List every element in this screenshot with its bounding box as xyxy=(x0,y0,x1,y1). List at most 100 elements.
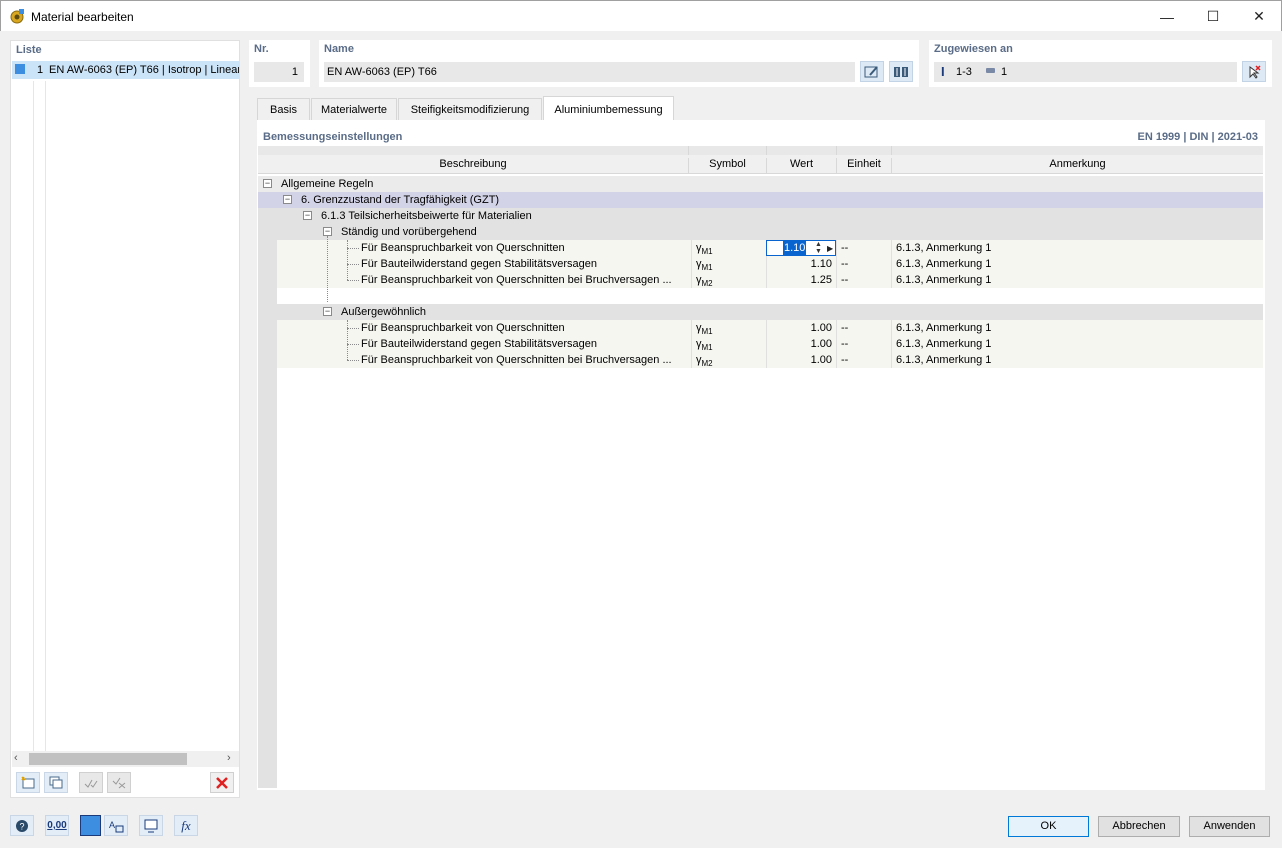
ok-button[interactable]: OK xyxy=(1008,816,1089,837)
header-divider xyxy=(891,146,892,155)
header-divider xyxy=(766,146,767,155)
table-header: Beschreibung Symbol Wert Einheit Anmerku… xyxy=(258,146,1263,174)
table-row[interactable]: Für Beanspruchbarkeit von Querschnitten … xyxy=(277,240,1263,256)
row-value[interactable]: 1.00 xyxy=(766,352,836,368)
assigned-members: 1-3 xyxy=(956,66,972,78)
window-title: Material bearbeiten xyxy=(31,10,134,24)
row-value[interactable]: 1.25 xyxy=(766,272,836,288)
color-button[interactable] xyxy=(80,815,101,836)
symbol-subscript: M1 xyxy=(701,263,713,272)
select-assignment-button[interactable] xyxy=(1242,61,1266,82)
row-note: 6.1.3, Anmerkung 1 xyxy=(891,336,1261,352)
tab-aluminiumbemessung[interactable]: Aluminiumbemessung xyxy=(543,96,674,120)
row-note: 6.1.3, Anmerkung 1 xyxy=(891,256,1261,272)
horizontal-scrollbar[interactable]: ‹ › xyxy=(12,751,239,767)
header-divider xyxy=(688,146,689,155)
display-settings-button[interactable]: A xyxy=(104,815,128,836)
nr-field[interactable]: 1 xyxy=(254,62,304,82)
row-value[interactable]: 1.10 xyxy=(783,241,807,255)
list-panel: Liste 1 EN AW-6063 (EP) T66 | Isotrop | … xyxy=(10,40,240,798)
scroll-left-icon[interactable]: ‹ xyxy=(14,752,18,764)
table-row[interactable]: Für Beanspruchbarkeit von Querschnitten … xyxy=(277,320,1263,336)
name-value: EN AW-6063 (EP) T66 xyxy=(327,66,437,78)
maximize-button[interactable]: ☐ xyxy=(1190,1,1236,32)
delete-button[interactable] xyxy=(210,772,234,793)
copy-material-button[interactable] xyxy=(44,772,68,793)
header-divider xyxy=(836,146,837,155)
expand-arrow-icon[interactable]: ▶ xyxy=(827,241,833,255)
row-value[interactable]: 1.00 xyxy=(766,336,836,352)
header-unit: Einheit xyxy=(836,158,891,174)
formula-icon: fx xyxy=(181,817,191,833)
collapse-icon[interactable]: − xyxy=(263,179,272,188)
app-icon xyxy=(10,8,25,24)
table-row[interactable]: Für Bauteilwiderstand gegen Stabilitätsv… xyxy=(277,256,1263,272)
scrollbar-thumb[interactable] xyxy=(29,753,187,765)
symbol-subscript: M1 xyxy=(701,343,713,352)
row-value-editor[interactable]: 1.10 ▲ ▼ ▶ xyxy=(766,240,836,256)
assigned-sets: 1 xyxy=(1001,66,1008,78)
group-row-persistent[interactable]: − Ständig und vorübergehend xyxy=(297,224,1263,240)
group-label: 6.1.3 Teilsicherheitsbeiwerte für Materi… xyxy=(321,210,532,222)
row-symbol: γM2 xyxy=(691,272,766,288)
check-all-button[interactable] xyxy=(79,772,103,793)
formula-button[interactable]: fx xyxy=(174,815,198,836)
help-button[interactable]: ? xyxy=(10,815,34,836)
group-row-general[interactable]: − Allgemeine Regeln xyxy=(258,176,1263,192)
row-note: 6.1.3, Anmerkung 1 xyxy=(891,320,1261,336)
symbol-subscript: M1 xyxy=(701,247,713,256)
scroll-right-icon[interactable]: › xyxy=(227,752,231,764)
uncheck-icon xyxy=(112,777,126,788)
group-row-partial-factors[interactable]: − 6.1.3 Teilsicherheitsbeiwerte für Mate… xyxy=(277,208,1263,224)
list-item-label: EN AW-6063 (EP) T66 | Isotrop | Linear xyxy=(49,64,239,76)
apply-button[interactable]: Anwenden xyxy=(1189,816,1270,837)
edit-name-button[interactable] xyxy=(860,61,884,82)
display-settings-icon: A xyxy=(109,820,124,832)
header-description: Beschreibung xyxy=(439,158,507,170)
units-button[interactable]: 0,00 xyxy=(45,815,69,836)
row-description: Für Beanspruchbarkeit von Querschnitten xyxy=(361,322,565,334)
collapse-icon[interactable]: − xyxy=(283,195,292,204)
table-row[interactable]: Für Bauteilwiderstand gegen Stabilitätsv… xyxy=(277,336,1263,352)
pick-cursor-icon xyxy=(1249,64,1261,79)
material-color-swatch xyxy=(15,64,25,74)
collapse-icon[interactable]: − xyxy=(303,211,312,220)
design-settings-title: Bemessungseinstellungen xyxy=(263,131,403,143)
maximize-icon: ☐ xyxy=(1206,8,1220,24)
name-field[interactable]: EN AW-6063 (EP) T66 xyxy=(324,62,855,82)
row-value[interactable]: 1.00 xyxy=(766,320,836,336)
table-row[interactable]: Für Beanspruchbarkeit von Querschnitten … xyxy=(277,272,1263,288)
group-label: 6. Grenzzustand der Tragfähigkeit (GZT) xyxy=(301,194,500,206)
header-top-band xyxy=(258,146,1263,155)
tab-steifigkeitsmodifizierung[interactable]: Steifigkeitsmodifizierung xyxy=(398,98,542,120)
row-value[interactable]: 1.10 xyxy=(766,256,836,272)
row-description: Für Bauteilwiderstand gegen Stabilitätsv… xyxy=(361,338,598,350)
assigned-field[interactable]: I 1-3 1 xyxy=(934,62,1237,82)
list-guide-line xyxy=(33,81,34,751)
list-item[interactable]: 1 EN AW-6063 (EP) T66 | Isotrop | Linear xyxy=(12,61,239,79)
close-button[interactable]: ✕ xyxy=(1236,1,1282,32)
library-icon xyxy=(894,66,908,77)
material-library-button[interactable] xyxy=(889,61,913,82)
list-guide-line xyxy=(45,81,46,751)
units-icon: 0,00 xyxy=(47,820,67,831)
header-symbol: Symbol xyxy=(688,158,766,174)
uncheck-all-button[interactable] xyxy=(107,772,131,793)
group-row-accidental[interactable]: − Außergewöhnlich xyxy=(297,304,1263,320)
title-bar: Material bearbeiten — ☐ ✕ xyxy=(0,0,1282,31)
tab-basis[interactable]: Basis xyxy=(257,98,310,120)
row-description: Für Beanspruchbarkeit von Querschnitten xyxy=(361,242,565,254)
new-material-button[interactable] xyxy=(16,772,40,793)
table-row[interactable]: Für Beanspruchbarkeit von Querschnitten … xyxy=(277,352,1263,368)
collapse-icon[interactable]: − xyxy=(323,307,332,316)
delete-icon xyxy=(216,776,228,789)
row-unit: -- xyxy=(836,256,891,272)
cancel-button[interactable]: Abbrechen xyxy=(1098,816,1180,837)
collapse-icon[interactable]: − xyxy=(323,227,332,236)
view-button[interactable] xyxy=(139,815,163,836)
group-row-uls[interactable]: − 6. Grenzzustand der Tragfähigkeit (GZT… xyxy=(258,192,1263,208)
spin-icon[interactable]: ▲ ▼ xyxy=(815,241,822,255)
tab-materialwerte[interactable]: Materialwerte xyxy=(311,98,397,120)
minimize-button[interactable]: — xyxy=(1144,1,1190,32)
row-note: 6.1.3, Anmerkung 1 xyxy=(891,272,1261,288)
